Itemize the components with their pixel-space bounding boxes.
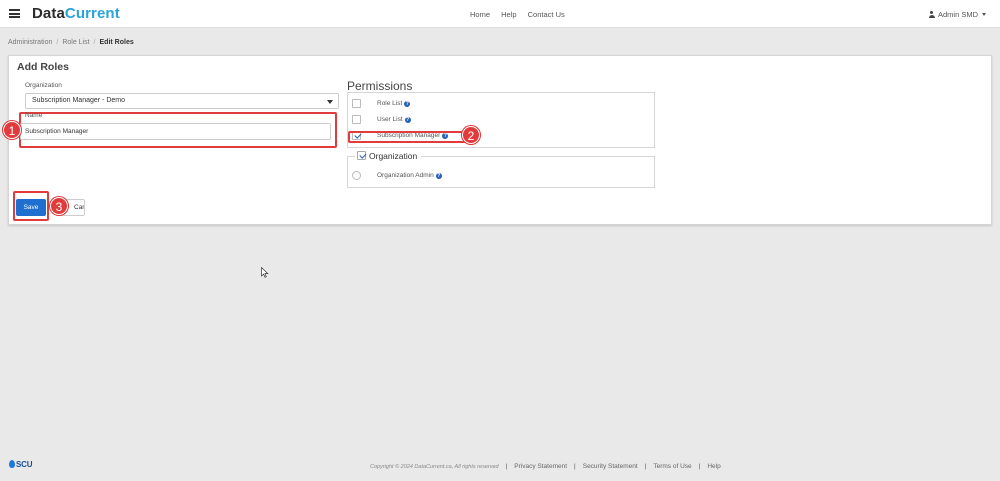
- menu-icon[interactable]: [9, 9, 20, 18]
- role-list-checkbox[interactable]: [352, 99, 361, 108]
- help-icon[interactable]: ?: [404, 101, 411, 107]
- breadcrumb-administration[interactable]: Administration: [8, 39, 52, 46]
- role-list-label: Role List: [377, 100, 403, 107]
- brand-part-data: Data: [32, 5, 65, 22]
- help-icon[interactable]: ?: [404, 117, 411, 123]
- footer-help-link[interactable]: Help: [707, 463, 720, 470]
- organization-admin-label: Organization Admin: [377, 172, 434, 179]
- mouse-cursor-icon: [261, 267, 269, 278]
- dropdown-arrow-icon: [327, 100, 333, 104]
- breadcrumb-separator: /: [56, 39, 59, 46]
- help-icon[interactable]: ?: [435, 173, 442, 179]
- brand-part-current: Current: [64, 5, 120, 22]
- permissions-title: Permissions: [347, 79, 413, 93]
- top-navbar: DataCurrent Home Help Contact Us Admin S…: [0, 0, 1000, 28]
- add-roles-panel: Add Roles Organization Subscription Mana…: [3, 55, 992, 225]
- annotation-highlight-subscription-manager: [348, 131, 469, 143]
- footer-separator: |: [505, 463, 508, 470]
- page-title: Add Roles: [17, 61, 69, 73]
- organization-checkbox[interactable]: [357, 151, 366, 160]
- organization-label: Organization: [25, 82, 62, 89]
- name-input[interactable]: Subscription Manager: [20, 123, 331, 140]
- organization-select-value: Subscription Manager - Demo: [32, 97, 125, 104]
- organization-legend-label: Organization: [369, 151, 418, 161]
- user-icon: [928, 11, 935, 18]
- user-name: Admin SMD: [937, 10, 978, 19]
- breadcrumb-separator: /: [93, 39, 96, 46]
- privacy-statement-link[interactable]: Privacy Statement: [514, 463, 567, 470]
- terms-of-use-link[interactable]: Terms of Use: [653, 463, 691, 470]
- user-list-label: User List: [377, 116, 403, 123]
- water-drop-icon: [9, 460, 15, 468]
- breadcrumb-current: Edit Roles: [99, 39, 134, 46]
- security-statement-link[interactable]: Security Statement: [583, 463, 638, 470]
- annotation-badge-2: 2: [462, 126, 480, 144]
- permission-user-list: User List?: [352, 115, 652, 127]
- footer-separator: |: [644, 463, 647, 470]
- brand-logo[interactable]: DataCurrent: [32, 5, 120, 22]
- nav-help-link[interactable]: Help: [501, 10, 516, 19]
- footer-separator: |: [698, 463, 701, 470]
- permission-role-list: Role List?: [352, 99, 652, 111]
- annotation-badge-3: 3: [50, 197, 68, 215]
- footer: Copyright © 2024 DataCurrent.ca, All rig…: [370, 463, 721, 470]
- copyright-text: Copyright © 2024 DataCurrent.ca, All rig…: [370, 464, 499, 470]
- breadcrumb: Administration / Role List / Edit Roles: [8, 39, 134, 46]
- footer-separator: |: [574, 463, 576, 470]
- nav-home-link[interactable]: Home: [470, 10, 490, 19]
- caret-down-icon: [982, 13, 986, 16]
- nav-contact-link[interactable]: Contact Us: [528, 10, 565, 19]
- user-list-checkbox[interactable]: [352, 115, 361, 124]
- main-nav: Home Help Contact Us: [470, 10, 574, 19]
- breadcrumb-role-list[interactable]: Role List: [62, 39, 89, 46]
- user-menu[interactable]: Admin SMD: [928, 10, 986, 19]
- organization-legend: Organization: [355, 151, 422, 162]
- annotation-badge-1: 1: [3, 121, 21, 139]
- footer-logo: SCU: [9, 460, 33, 469]
- save-button[interactable]: Save: [16, 199, 46, 216]
- organization-select[interactable]: Subscription Manager - Demo: [25, 93, 339, 109]
- name-label: Name: [25, 112, 43, 119]
- footer-logo-text: SCU: [16, 460, 33, 469]
- organization-admin-radio[interactable]: [352, 171, 361, 180]
